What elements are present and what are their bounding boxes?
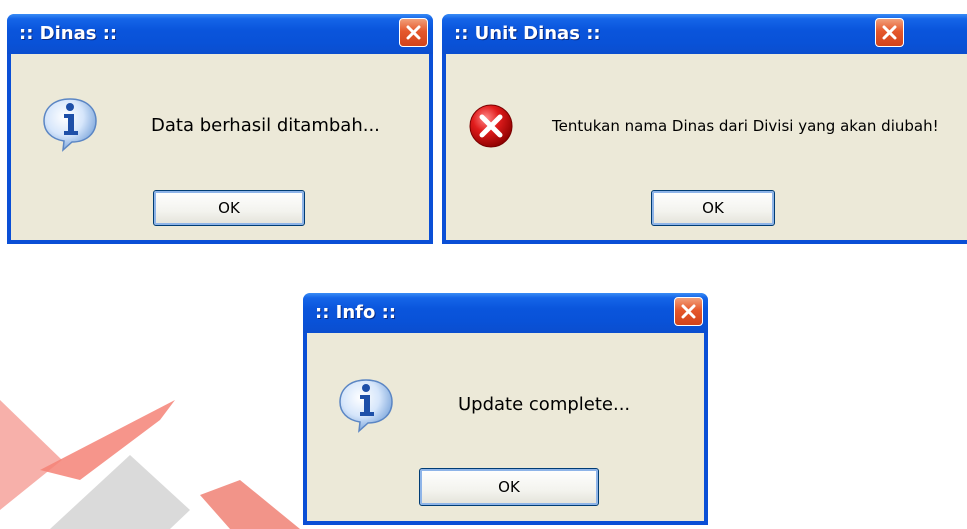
dialog-body: Tentukan nama Dinas dari Divisi yang aka… [446,54,967,240]
info-icon [43,98,97,152]
dialog-dinas: :: Dinas :: Data berhasil ditambah... OK [7,14,433,244]
error-icon [469,104,513,148]
dialog-message: Update complete... [458,394,631,415]
dialog-info: :: Info :: Update complete... OK [303,293,708,525]
watermark-red-shape-left [0,400,62,510]
dialog-body: Update complete... OK [307,333,704,521]
watermark-red-shape-right [200,480,300,529]
ok-button[interactable]: OK [419,468,599,506]
close-button[interactable] [674,297,703,326]
dialog-body: Data berhasil ditambah... OK [11,54,429,240]
titlebar[interactable]: :: Info :: [303,293,708,333]
close-icon [406,25,421,40]
close-icon [681,304,696,319]
info-icon [339,379,393,433]
dialog-message: Data berhasil ditambah... [151,115,380,136]
ok-button[interactable]: OK [651,190,775,226]
dialog-title: :: Info :: [315,302,397,323]
titlebar[interactable]: :: Unit Dinas :: [442,14,967,54]
close-button[interactable] [399,18,428,47]
close-icon [882,25,897,40]
close-button[interactable] [875,18,904,47]
dialog-title: :: Unit Dinas :: [454,23,601,44]
dialog-unit-dinas: :: Unit Dinas :: Tentukan nama Dinas dar… [442,14,967,244]
dialog-message: Tentukan nama Dinas dari Divisi yang aka… [552,117,939,135]
watermark-logo [0,400,300,529]
ok-button[interactable]: OK [153,190,305,226]
dialog-title: :: Dinas :: [19,23,118,44]
watermark-red-shape-top [40,400,175,480]
titlebar[interactable]: :: Dinas :: [7,14,433,54]
